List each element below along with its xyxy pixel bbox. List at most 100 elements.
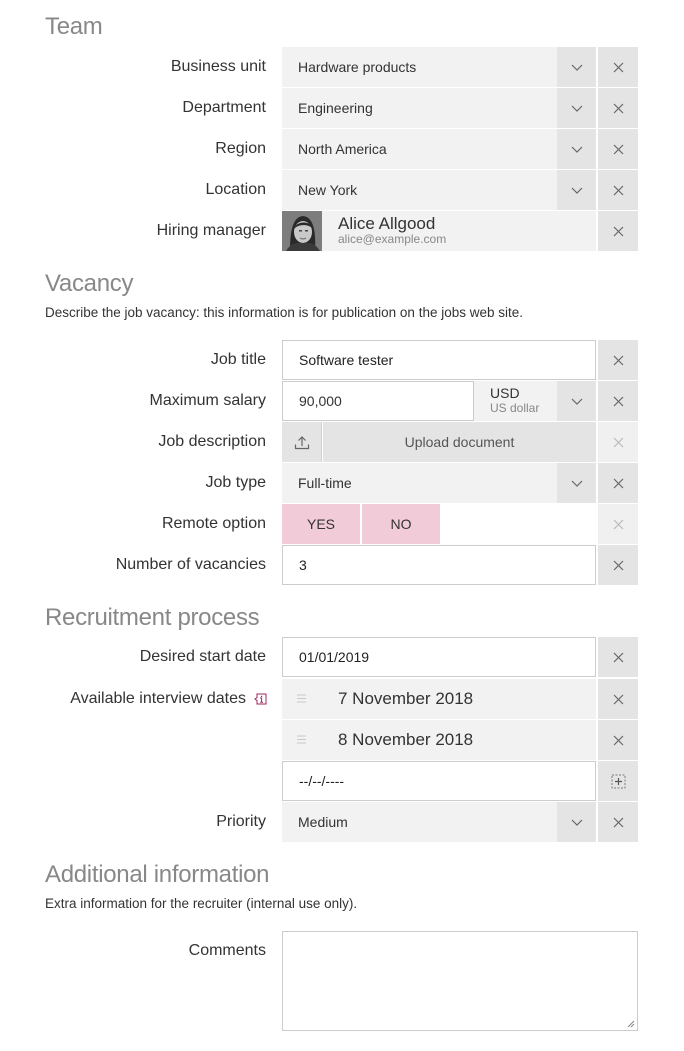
row-maximum-salary: Maximum salary 90,000 USD US dollar <box>0 381 684 421</box>
currency-dropdown-button[interactable] <box>557 381 596 421</box>
priority-value[interactable]: Medium <box>282 802 557 842</box>
row-location: Location New York <box>0 170 684 210</box>
drag-handle-icon[interactable] <box>297 734 306 745</box>
priority-dropdown-button[interactable] <box>557 802 596 842</box>
row-hiring-manager: Hiring manager Alice Allgood alice@examp… <box>0 211 684 251</box>
section-title-vacancy: Vacancy <box>45 270 134 297</box>
desired-start-date-clear-button[interactable] <box>598 637 638 677</box>
department-clear-button[interactable] <box>598 88 638 128</box>
chevron-down-icon <box>571 105 582 112</box>
hiring-manager-label: Hiring manager <box>156 222 266 239</box>
row-job-description: Job description Upload document <box>0 422 684 462</box>
remote-option-no[interactable]: NO <box>362 504 440 544</box>
currency-select[interactable]: USD US dollar <box>474 381 557 421</box>
interview-date-text: 7 November 2018 <box>338 689 474 708</box>
close-icon <box>613 560 623 570</box>
maximum-salary-clear-button[interactable] <box>598 381 638 421</box>
job-description-label: Job description <box>158 433 266 450</box>
business-unit-clear-button[interactable] <box>598 47 638 87</box>
close-icon <box>613 694 623 704</box>
number-of-vacancies-input[interactable]: 3 <box>282 545 596 585</box>
close-icon <box>613 103 623 113</box>
available-interview-dates-label: Available interview dates <box>70 690 246 707</box>
job-type-label: Job type <box>205 474 266 491</box>
department-dropdown-button[interactable] <box>557 88 596 128</box>
close-icon <box>613 478 623 488</box>
comments-textarea[interactable] <box>282 931 638 1031</box>
region-label: Region <box>215 140 266 157</box>
desired-start-date-input[interactable]: 01/01/2019 <box>282 637 596 677</box>
close-icon <box>613 519 623 529</box>
row-interview-date-new: --/--/---- <box>0 761 684 801</box>
business-unit-label: Business unit <box>170 58 266 75</box>
close-icon <box>613 355 623 365</box>
salary-amount-input[interactable]: 90,000 <box>282 381 474 421</box>
row-remote-option: Remote option YES NO <box>0 504 684 544</box>
remote-option-yes[interactable]: YES <box>282 504 360 544</box>
maximum-salary-label: Maximum salary <box>149 392 266 409</box>
comments-label: Comments <box>188 942 266 959</box>
section-title-additional: Additional information <box>45 861 270 888</box>
new-interview-date-input[interactable]: --/--/---- <box>282 761 596 801</box>
location-dropdown-button[interactable] <box>557 170 596 210</box>
business-unit-dropdown-button[interactable] <box>557 47 596 87</box>
job-type-value[interactable]: Full-time <box>282 463 557 503</box>
job-title-input[interactable]: Software tester <box>282 340 596 380</box>
close-icon <box>613 735 623 745</box>
section-description-additional: Extra information for the recruiter (int… <box>45 896 358 911</box>
job-title-clear-button[interactable] <box>598 340 638 380</box>
row-interview-date-1: Available interview dates 7 November 201… <box>0 679 684 719</box>
interview-date-1-remove-button[interactable] <box>598 679 638 719</box>
close-icon <box>613 185 623 195</box>
location-label: Location <box>205 181 267 198</box>
number-of-vacancies-clear-button[interactable] <box>598 545 638 585</box>
chevron-down-icon <box>571 146 582 153</box>
business-unit-value[interactable]: Hardware products <box>282 47 557 87</box>
row-department: Department Engineering <box>0 88 684 128</box>
upload-icon-button[interactable] <box>282 422 322 462</box>
priority-label: Priority <box>216 813 266 830</box>
department-label: Department <box>182 99 266 116</box>
resize-handle-icon[interactable] <box>627 1020 635 1028</box>
close-icon <box>613 817 623 827</box>
location-clear-button[interactable] <box>598 170 638 210</box>
add-interview-date-button[interactable] <box>598 761 638 801</box>
row-priority: Priority Medium <box>0 802 684 842</box>
close-icon <box>613 652 623 662</box>
remote-option-label: Remote option <box>161 515 266 532</box>
drag-handle-icon[interactable] <box>297 693 306 704</box>
list-item[interactable]: 7 November 2018 <box>282 679 596 719</box>
job-type-clear-button[interactable] <box>598 463 638 503</box>
close-icon <box>613 62 623 72</box>
hiring-manager-person[interactable]: Alice Allgood alice@example.com <box>282 211 596 251</box>
section-title-team: Team <box>45 13 103 40</box>
info-icon[interactable] <box>254 693 268 705</box>
row-interview-date-2: 8 November 2018 <box>0 720 684 760</box>
upload-document-button[interactable]: Upload document <box>323 422 596 462</box>
chevron-down-icon <box>571 819 582 826</box>
chevron-down-icon <box>571 398 582 405</box>
department-value[interactable]: Engineering <box>282 88 557 128</box>
priority-clear-button[interactable] <box>598 802 638 842</box>
currency-name: US dollar <box>490 401 540 415</box>
avatar <box>282 211 322 251</box>
region-dropdown-button[interactable] <box>557 129 596 169</box>
section-title-recruitment: Recruitment process <box>45 604 260 631</box>
close-icon <box>613 396 623 406</box>
close-icon <box>613 437 623 447</box>
list-item[interactable]: 8 November 2018 <box>282 720 596 760</box>
region-clear-button[interactable] <box>598 129 638 169</box>
job-type-dropdown-button[interactable] <box>557 463 596 503</box>
region-value[interactable]: North America <box>282 129 557 169</box>
row-number-of-vacancies: Number of vacancies 3 <box>0 545 684 585</box>
hiring-manager-clear-button[interactable] <box>598 211 638 251</box>
interview-date-2-remove-button[interactable] <box>598 720 638 760</box>
upload-icon <box>294 435 309 449</box>
remote-option-clear-button[interactable] <box>598 504 638 544</box>
number-of-vacancies-label: Number of vacancies <box>115 556 266 573</box>
job-title-label: Job title <box>210 351 266 368</box>
avatar-image <box>282 211 322 251</box>
interview-date-text: 8 November 2018 <box>338 730 474 749</box>
location-value[interactable]: New York <box>282 170 557 210</box>
job-description-clear-button[interactable] <box>598 422 638 462</box>
